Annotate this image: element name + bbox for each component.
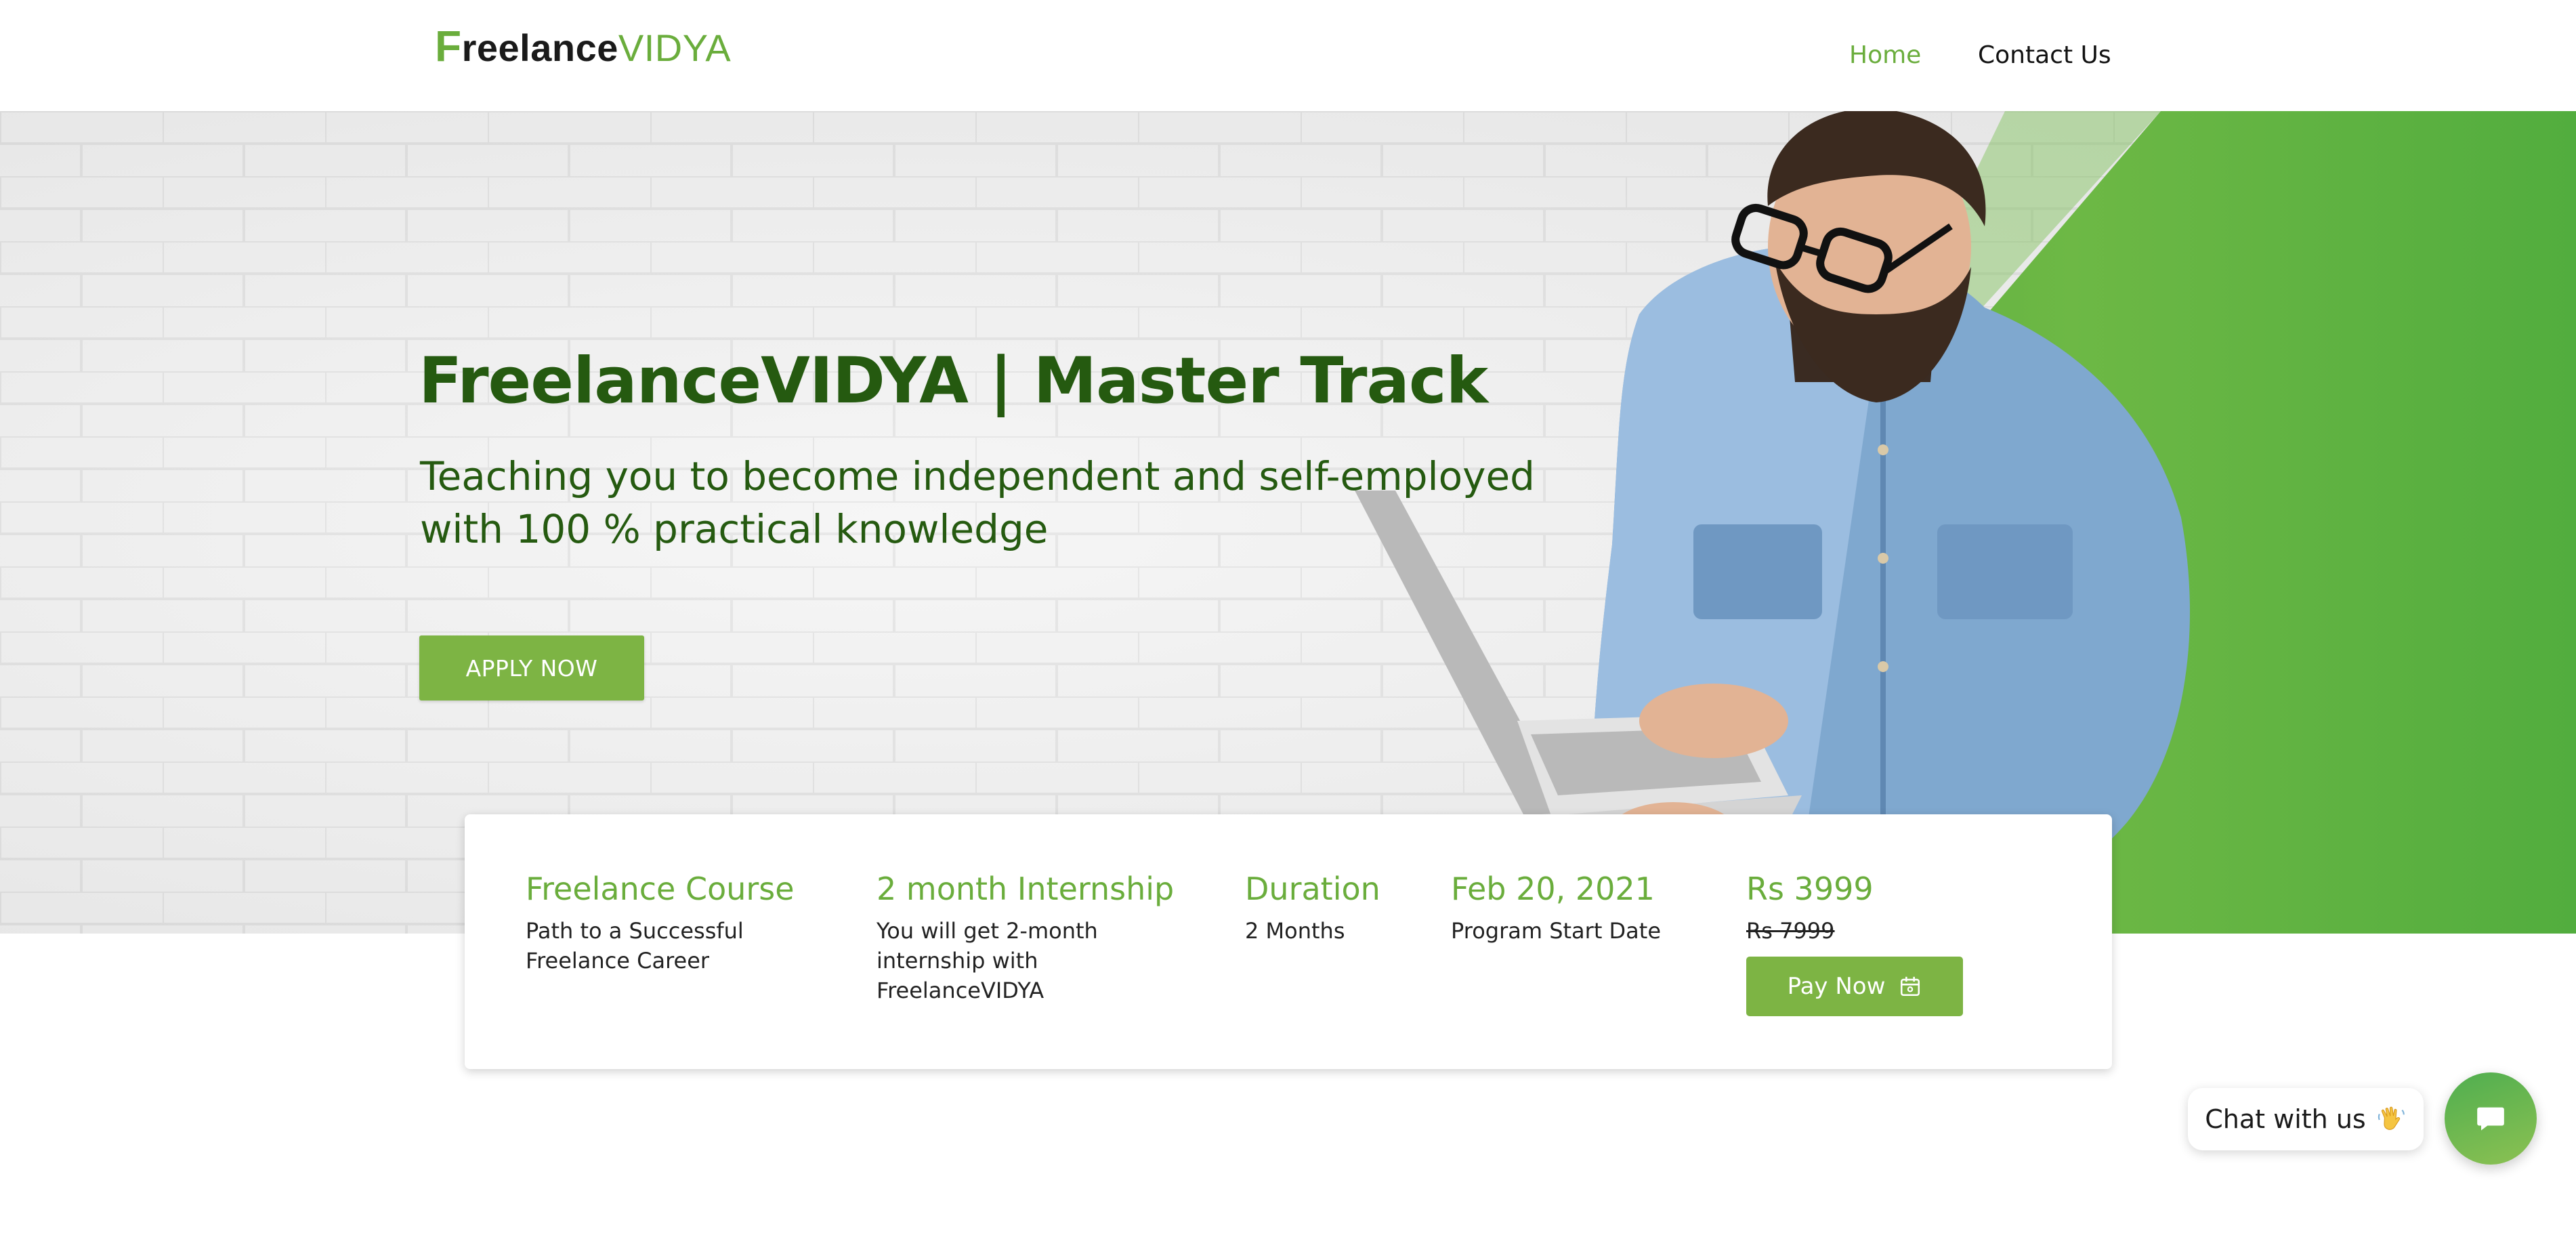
info-column-course: Freelance Course Path to a Successful Fr… [526,869,810,976]
chat-prompt-bubble[interactable]: Chat with us [2188,1088,2424,1150]
main-nav: Home Contact Us [0,39,2576,72]
chat-prompt-label: Chat with us [2205,1104,2366,1134]
hero-section: FreelanceVIDYA | Master Track Teaching y… [0,111,2576,934]
info-column-duration: Duration 2 Months [1245,869,1414,946]
start-date-heading: Feb 20, 2021 [1451,871,1655,907]
course-heading: Freelance Course [526,871,795,907]
pay-now-label: Pay Now [1787,973,1886,1000]
duration-value: 2 Months [1245,918,1345,944]
nav-contact-link[interactable]: Contact Us [1978,39,2111,72]
internship-heading: 2 month Internship [877,871,1175,907]
site-header: FreelanceVIDYA Home Contact Us [0,0,2576,111]
chat-icon [2477,1107,2504,1131]
info-column-internship: 2 month Internship You will get 2-month … [877,869,1175,1005]
start-date-label: Program Start Date [1451,918,1662,944]
old-price: Rs 7999 [1746,918,1835,944]
info-column-start-date: Feb 20, 2021 Program Start Date [1451,869,1708,946]
duration-heading: Duration [1245,871,1380,907]
course-description: Path to a Successful Freelance Career [526,918,744,974]
apply-now-button[interactable]: APPLY NOW [419,635,644,701]
payment-icon [1901,976,1920,997]
waving-hand-icon [2378,1106,2405,1130]
pay-now-button[interactable]: Pay Now [1746,957,1963,1016]
page: FreelanceVIDYA Home Contact Us Freelance… [0,0,2576,1233]
internship-description: You will get 2-month internship with Fre… [877,918,1098,1003]
current-price: Rs 3999 [1746,871,1874,907]
hero-subtitle: Teaching you to become independent and s… [420,453,1535,552]
info-column-price: Rs 3999 Rs 7999 Pay Now [1746,869,2017,1016]
chat-launcher-button[interactable] [2445,1072,2537,1165]
course-info-card: Freelance Course Path to a Successful Fr… [465,814,2112,1069]
hero-title: FreelanceVIDYA | Master Track [419,344,1488,418]
nav-home-link[interactable]: Home [1849,39,1921,72]
